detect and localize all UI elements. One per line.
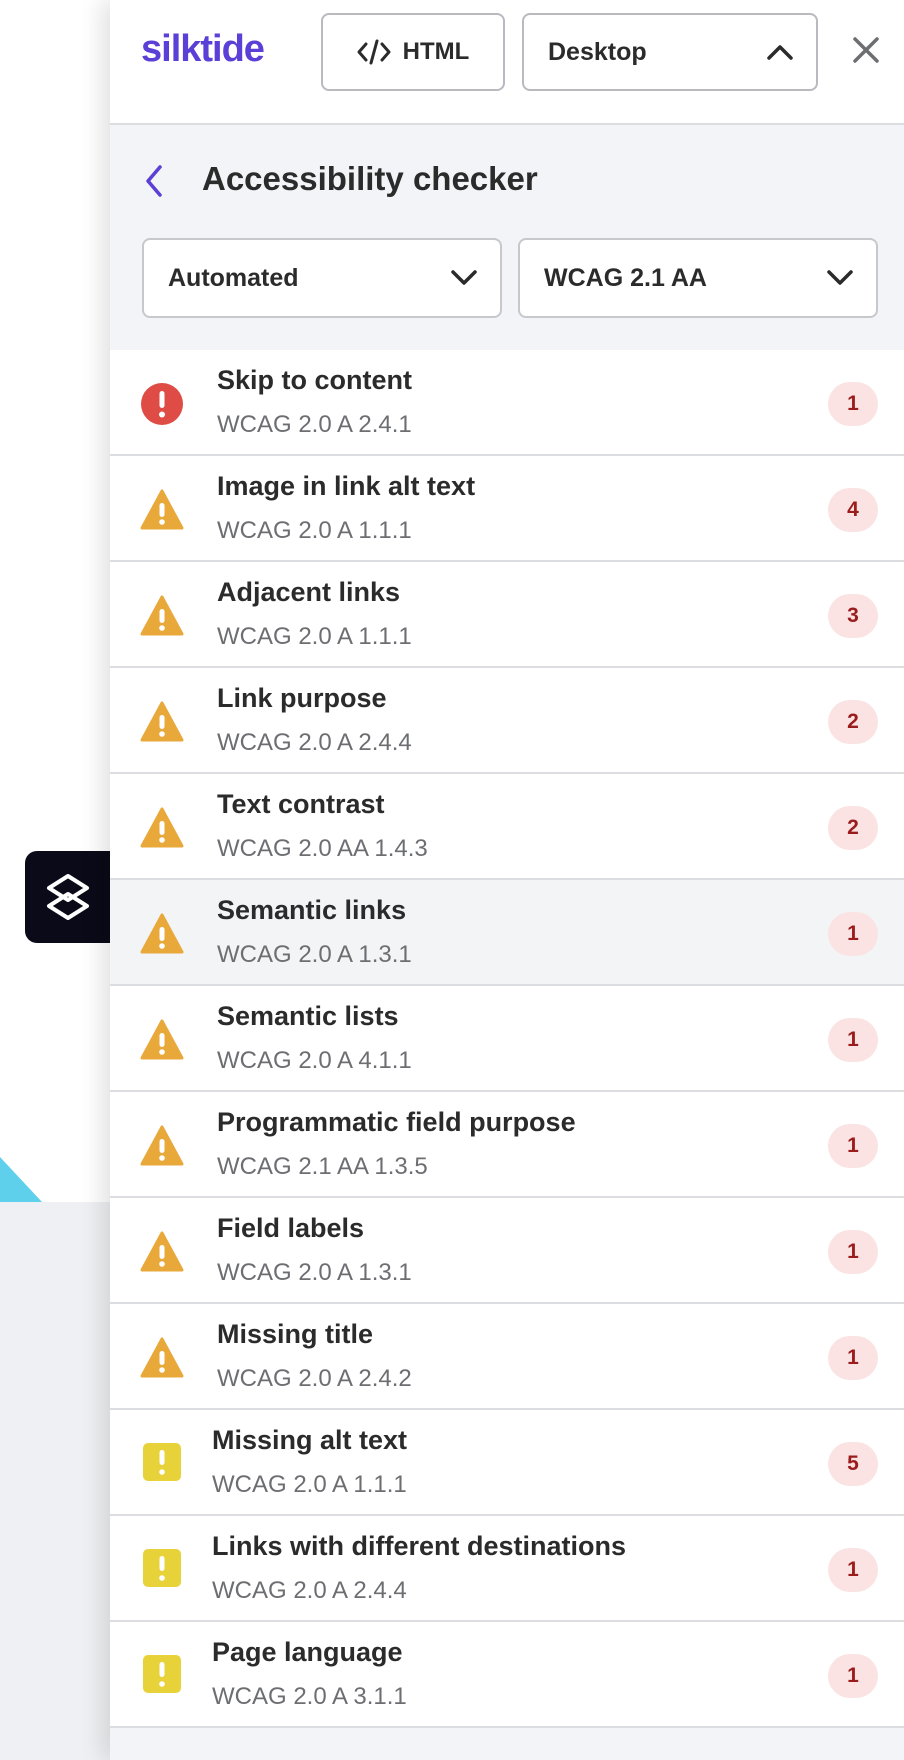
issue-row[interactable]: Adjacent links WCAG 2.0 A 1.1.1 3: [110, 562, 904, 668]
warning-icon: [140, 488, 184, 532]
issue-title: Link purpose: [217, 683, 387, 713]
standard-dropdown[interactable]: WCAG 2.1 AA: [518, 238, 878, 318]
page-title: Accessibility checker: [202, 160, 538, 197]
issue-criterion: WCAG 2.0 A 4.1.1: [217, 1047, 412, 1074]
issue-title: Programmatic field purpose: [217, 1107, 576, 1137]
chevron-left-icon: [146, 165, 162, 197]
issue-count-badge: 1: [828, 1230, 878, 1274]
issue-row[interactable]: Image in link alt text WCAG 2.0 A 1.1.1 4: [110, 456, 904, 562]
error-icon: [140, 382, 184, 426]
issue-count-badge: 1: [828, 382, 878, 426]
issue-row[interactable]: Programmatic field purpose WCAG 2.1 AA 1.…: [110, 1092, 904, 1198]
issue-row[interactable]: Page language WCAG 2.0 A 3.1.1 1: [110, 1622, 904, 1728]
warning-icon: [140, 1336, 184, 1380]
issue-row[interactable]: Missing title WCAG 2.0 A 2.4.2 1: [110, 1304, 904, 1410]
warning-icon: [140, 1018, 184, 1062]
issue-count-badge: 1: [828, 1124, 878, 1168]
issue-count-badge: 1: [828, 1548, 878, 1592]
issue-count-badge: 1: [828, 1336, 878, 1380]
issue-list: Skip to content WCAG 2.0 A 2.4.1 1 Image in…: [110, 350, 904, 1728]
back-button[interactable]: [140, 162, 168, 205]
background-decoration: [0, 1157, 42, 1202]
issue-row[interactable]: Skip to content WCAG 2.0 A 2.4.1 1: [110, 350, 904, 456]
issue-count-badge: 4: [828, 488, 878, 532]
warning-icon: [140, 1124, 184, 1168]
issue-count-badge: 3: [828, 594, 878, 638]
chevron-down-icon: [827, 270, 853, 285]
issue-count-badge: 1: [828, 1018, 878, 1062]
test-mode-value: Automated: [168, 263, 299, 292]
issue-criterion: WCAG 2.0 A 2.4.2: [217, 1365, 412, 1392]
silktide-logo-icon: [46, 874, 89, 920]
notice-icon: [142, 1548, 186, 1592]
issue-title: Semantic links: [217, 895, 407, 925]
issue-row[interactable]: Field labels WCAG 2.0 A 1.3.1 1: [110, 1198, 904, 1304]
warning-icon: [140, 700, 184, 744]
accessibility-panel: silktide HTML Desktop Accessibility chec…: [110, 0, 904, 1760]
issue-row[interactable]: Semantic lists WCAG 2.0 A 4.1.1 1: [110, 986, 904, 1092]
html-view-button[interactable]: HTML: [321, 13, 505, 91]
background-page-section: [0, 1202, 110, 1760]
chevron-down-icon: [451, 270, 477, 285]
issue-row[interactable]: Missing alt text WCAG 2.0 A 1.1.1 5: [110, 1410, 904, 1516]
issue-criterion: WCAG 2.0 AA 1.4.3: [217, 835, 428, 862]
issue-title: Links with different destinations: [212, 1531, 627, 1561]
notice-icon: [142, 1442, 186, 1486]
issue-count-badge: 5: [828, 1442, 878, 1486]
issue-criterion: WCAG 2.1 AA 1.3.5: [217, 1153, 428, 1180]
issue-title: Text contrast: [217, 789, 385, 819]
standard-value: WCAG 2.1 AA: [544, 263, 707, 292]
html-button-label: HTML: [402, 38, 470, 65]
issue-criterion: WCAG 2.0 A 3.1.1: [212, 1683, 407, 1710]
issue-title: Adjacent links: [217, 577, 401, 607]
issue-count-badge: 1: [828, 1654, 878, 1698]
issue-row[interactable]: Link purpose WCAG 2.0 A 2.4.4 2: [110, 668, 904, 774]
notice-icon: [142, 1654, 186, 1698]
issue-title: Field labels: [217, 1213, 365, 1243]
issue-row[interactable]: Text contrast WCAG 2.0 AA 1.4.3 2: [110, 774, 904, 880]
silktide-launcher-button[interactable]: [25, 851, 110, 943]
device-select[interactable]: Desktop: [522, 13, 818, 91]
issue-count-badge: 2: [828, 700, 878, 744]
issue-title: Image in link alt text: [217, 471, 476, 501]
silktide-logo: silktide: [141, 28, 265, 70]
test-mode-dropdown[interactable]: Automated: [142, 238, 502, 318]
code-icon: [357, 39, 391, 65]
issue-title: Page language: [212, 1637, 403, 1667]
issue-title: Semantic lists: [217, 1001, 399, 1031]
warning-icon: [140, 806, 184, 850]
issue-title: Missing title: [217, 1319, 374, 1349]
close-button[interactable]: [846, 30, 886, 70]
issue-criterion: WCAG 2.0 A 1.1.1: [217, 517, 412, 544]
issue-criterion: WCAG 2.0 A 1.3.1: [217, 941, 412, 968]
issue-title: Skip to content: [217, 365, 412, 395]
issue-criterion: WCAG 2.0 A 2.4.4: [217, 729, 412, 756]
issue-row[interactable]: Links with different destinations WCAG 2.…: [110, 1516, 904, 1622]
issue-criterion: WCAG 2.0 A 2.4.4: [212, 1577, 407, 1604]
issue-criterion: WCAG 2.0 A 1.1.1: [217, 623, 412, 650]
warning-icon: [140, 1230, 184, 1274]
chevron-up-icon: [767, 45, 793, 60]
issue-title: Missing alt text: [212, 1425, 408, 1455]
issue-criterion: WCAG 2.0 A 1.1.1: [212, 1471, 407, 1498]
issue-count-badge: 1: [828, 912, 878, 956]
panel-toolbar: silktide HTML Desktop: [110, 0, 904, 125]
issue-criterion: WCAG 2.0 A 1.3.1: [217, 1259, 412, 1286]
close-icon: [853, 37, 879, 63]
issue-count-badge: 2: [828, 806, 878, 850]
issue-row[interactable]: Semantic links WCAG 2.0 A 1.3.1 1: [110, 880, 904, 986]
warning-icon: [140, 912, 184, 956]
issue-criterion: WCAG 2.0 A 2.4.1: [217, 411, 412, 438]
warning-icon: [140, 594, 184, 638]
device-select-value: Desktop: [548, 37, 647, 66]
